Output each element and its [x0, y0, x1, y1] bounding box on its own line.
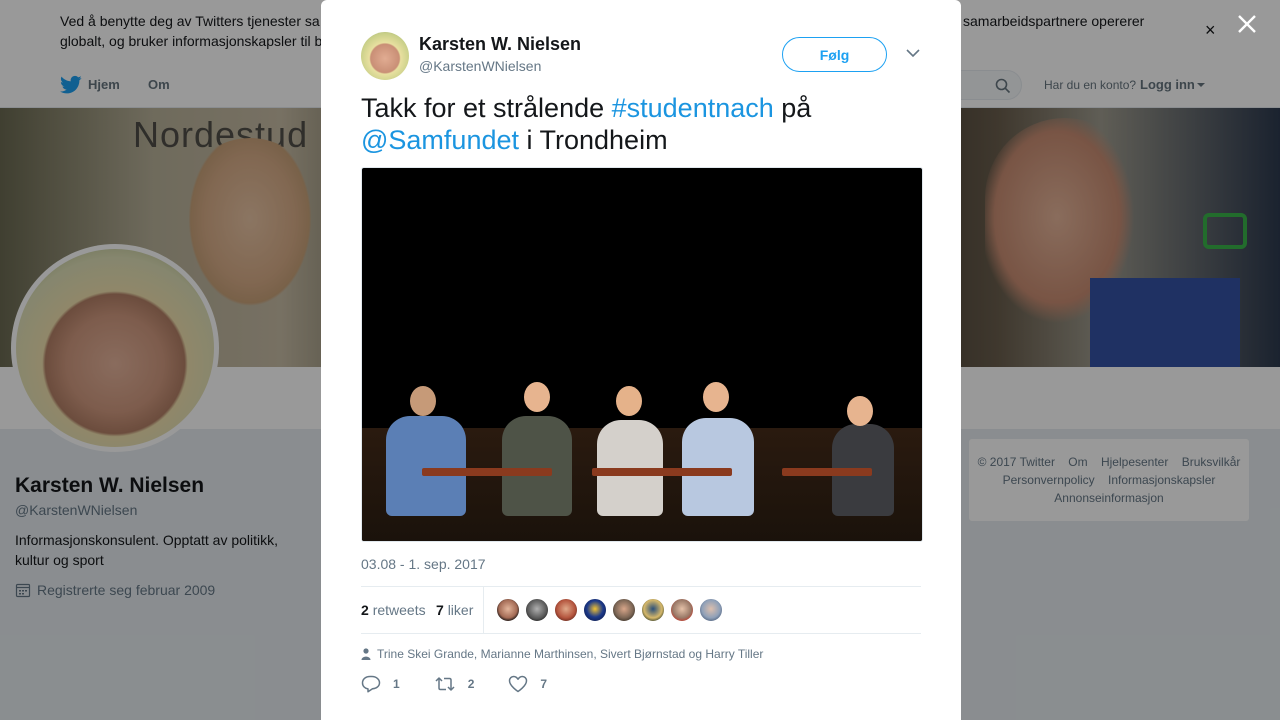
retweet-button[interactable]: 2	[434, 676, 475, 692]
liker-avatar[interactable]	[554, 598, 578, 622]
hashtag-link[interactable]: #studentnach	[612, 93, 774, 123]
retweets-stat[interactable]: 2 retweets	[361, 602, 426, 618]
likes-stat[interactable]: 7 liker	[436, 602, 473, 618]
photo-table-3	[782, 468, 872, 476]
retweet-icon	[435, 677, 455, 691]
reply-count: 1	[393, 677, 400, 691]
photo-person-2	[502, 416, 572, 516]
liker-avatar[interactable]	[612, 598, 636, 622]
photo-head-5	[847, 396, 873, 426]
tweet-text-part3: i Trondheim	[519, 125, 668, 155]
tweet-author-handle[interactable]: @KarstenWNielsen	[419, 58, 541, 74]
liker-avatar[interactable]	[670, 598, 694, 622]
reply-icon	[361, 675, 381, 693]
tweet-author-name[interactable]: Karsten W. Nielsen	[419, 34, 581, 55]
heart-icon	[509, 675, 528, 693]
retweet-count: 2	[467, 677, 475, 691]
photo-person-4	[682, 418, 754, 516]
person-icon	[361, 648, 371, 660]
retweets-label: retweets	[372, 602, 426, 618]
tweet-text-part2: på	[773, 93, 812, 123]
tweet-photo[interactable]	[361, 167, 923, 542]
liker-avatar[interactable]	[496, 598, 520, 622]
mention-link[interactable]: @Samfundet	[361, 125, 519, 155]
photo-head-1	[410, 386, 436, 416]
photo-table-1	[422, 468, 552, 476]
stats-divider	[483, 587, 484, 633]
close-icon[interactable]	[1235, 12, 1259, 36]
photo-table-2	[592, 468, 732, 476]
liker-avatar[interactable]	[525, 598, 549, 622]
tweet-text: Takk for et strålende #studentnach på @Sa…	[361, 92, 921, 156]
reply-button[interactable]: 1	[361, 675, 400, 693]
follow-button[interactable]: Følg	[782, 37, 887, 72]
chevron-down-icon[interactable]	[906, 48, 920, 58]
tweet-date[interactable]: 03.08 - 1. sep. 2017	[361, 556, 486, 572]
like-count: 7	[540, 677, 548, 691]
retweets-count: 2	[361, 602, 369, 618]
likers-avatars	[496, 598, 723, 622]
tweet-text-part1: Takk for et strålende	[361, 93, 612, 123]
tagged-people-text: Trine Skei Grande, Marianne Marthinsen, …	[377, 647, 764, 661]
photo-head-2	[524, 382, 550, 412]
like-button[interactable]: 7	[508, 675, 547, 693]
likes-label: liker	[447, 602, 474, 618]
photo-head-3	[616, 386, 642, 416]
likes-count: 7	[436, 602, 444, 618]
tweet-actions: 1 2 7	[361, 675, 581, 693]
liker-avatar[interactable]	[699, 598, 723, 622]
tweet-author-avatar[interactable]	[361, 32, 409, 80]
liker-avatar[interactable]	[583, 598, 607, 622]
tweet-modal: Karsten W. Nielsen @KarstenWNielsen Følg…	[321, 0, 961, 720]
photo-person-1	[386, 416, 466, 516]
photo-head-4	[703, 382, 729, 412]
tagged-people[interactable]: Trine Skei Grande, Marianne Marthinsen, …	[361, 647, 763, 661]
liker-avatar[interactable]	[641, 598, 665, 622]
tweet-stats: 2 retweets 7 liker	[361, 586, 921, 634]
